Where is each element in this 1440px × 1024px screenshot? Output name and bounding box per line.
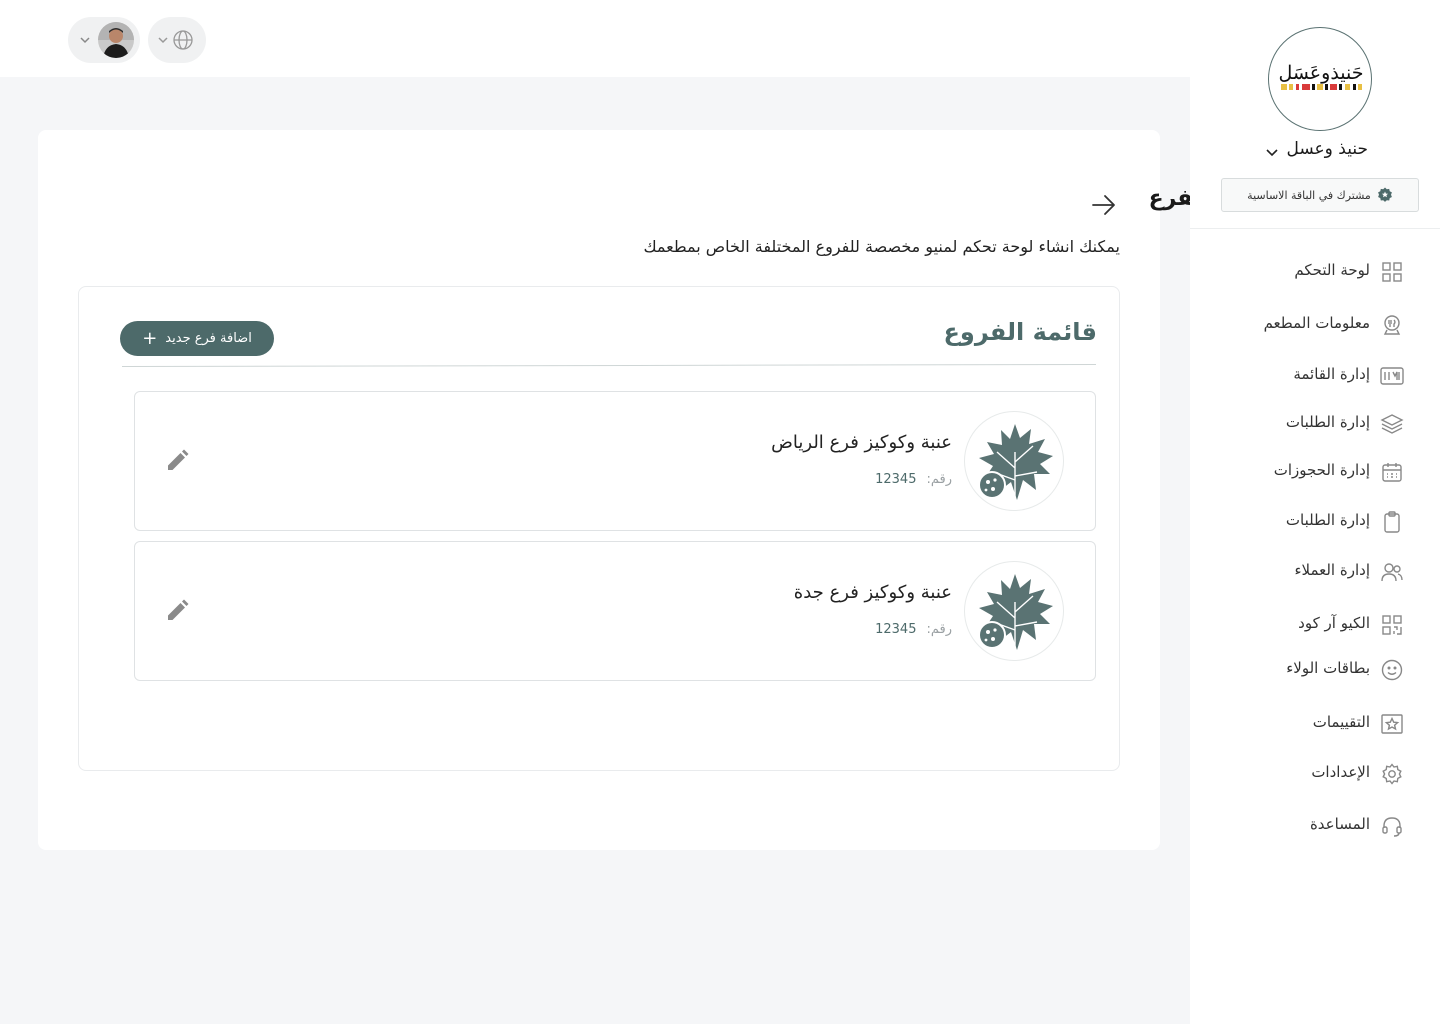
sidebar-item-loyalty-cards[interactable]: بطاقات الولاء	[1190, 651, 1440, 689]
sidebar-item-label: إدارة العملاء	[1294, 561, 1370, 579]
sidebar-item-qr-code[interactable]: الكيو آر كود	[1190, 606, 1440, 644]
headset-icon	[1382, 817, 1402, 837]
plus-icon: +	[142, 327, 158, 349]
chevron-down-icon	[80, 37, 90, 44]
plan-badge: مشترك في الباقة الاساسية	[1221, 178, 1419, 212]
sidebar-item-label: إدارة الطلبات	[1285, 511, 1370, 529]
sidebar-item-menu[interactable]: إدارة القائمة	[1190, 357, 1440, 395]
branch-logo	[964, 561, 1064, 661]
star-icon	[1381, 714, 1403, 734]
divider	[1190, 228, 1440, 229]
branch-number-label: رقم:	[926, 472, 952, 487]
sidebar: حَنيذوعَسَل حنيذ وعسل مشترك في الباقة ال…	[1190, 0, 1440, 1024]
dashboard-grid-icon	[1382, 262, 1402, 282]
avatar[interactable]	[98, 22, 134, 58]
sidebar-item-customers[interactable]: إدارة العملاء	[1190, 553, 1440, 591]
page-description: يمكنك انشاء لوحة تحكم لمنيو مخصصة للفروع…	[643, 237, 1120, 256]
badge-icon	[1377, 187, 1392, 202]
restaurant-name[interactable]: حنيذ وعسل	[1287, 139, 1369, 159]
sidebar-item-reviews[interactable]: التقييمات	[1190, 705, 1440, 743]
restaurant-info-icon	[1383, 315, 1401, 335]
branch-number-label: رقم:	[926, 622, 952, 637]
sidebar-item-orders[interactable]: إدارة الطلبات	[1190, 405, 1440, 443]
branch-name: عنبة وكوكيز فرع الرياض	[771, 432, 952, 453]
branch-number-value: 12345	[875, 472, 917, 487]
sidebar-item-label: التقييمات	[1312, 713, 1370, 731]
sidebar-item-restaurant-info[interactable]: معلومات المطعم	[1190, 306, 1440, 344]
sidebar-item-label: المساعدة	[1309, 815, 1370, 833]
language-switcher[interactable]	[148, 17, 206, 63]
branch-name: عنبة وكوكيز فرع جدة	[793, 582, 952, 603]
branch-number-value: 12345	[875, 622, 917, 637]
sidebar-item-reservations[interactable]: إدارة الحجوزات	[1190, 453, 1440, 491]
branch-logo	[964, 411, 1064, 511]
branch-card[interactable]: عنبة وكوكيز فرع جدة رقم: 12345	[134, 541, 1096, 681]
add-branch-button[interactable]: اضافة فرع جديد +	[120, 321, 274, 356]
sidebar-item-requests[interactable]: إدارة الطلبات	[1190, 503, 1440, 541]
branch-card[interactable]: عنبة وكوكيز فرع الرياض رقم: 12345	[134, 391, 1096, 531]
back-arrow-icon[interactable]	[1090, 192, 1118, 218]
chevron-down-icon[interactable]	[1264, 145, 1280, 161]
edit-pencil-icon[interactable]	[164, 448, 190, 474]
sidebar-item-dashboard[interactable]: لوحة التحكم	[1190, 253, 1440, 291]
chevron-down-icon	[158, 37, 168, 44]
sidebar-item-label: لوحة التحكم	[1294, 261, 1370, 279]
svg-text:حَنيذوعَسَل: حَنيذوعَسَل	[1278, 62, 1363, 84]
restaurant-logo: حَنيذوعَسَل	[1268, 27, 1372, 131]
globe-icon	[173, 30, 193, 50]
sidebar-item-label: الإعدادات	[1311, 763, 1370, 781]
top-bar	[0, 0, 1190, 77]
smiley-icon	[1381, 659, 1403, 681]
branch-number: رقم: 12345	[875, 622, 952, 637]
branch-number: رقم: 12345	[875, 472, 952, 487]
add-branch-label: اضافة فرع جديد	[165, 331, 252, 346]
menu-management-icon	[1380, 367, 1404, 385]
sidebar-item-label: الكيو آر كود	[1298, 614, 1370, 632]
gear-icon	[1382, 763, 1402, 785]
sidebar-item-label: إدارة الطلبات	[1285, 413, 1370, 431]
branches-list-title: قائمة الفروع	[943, 318, 1098, 346]
clipboard-icon	[1384, 511, 1400, 533]
sidebar-item-label: بطاقات الولاء	[1286, 659, 1370, 677]
users-icon	[1381, 563, 1403, 582]
sidebar-item-label: إدارة الحجوزات	[1273, 461, 1370, 479]
plan-badge-text: مشترك في الباقة الاساسية	[1247, 188, 1371, 202]
edit-pencil-icon[interactable]	[164, 598, 190, 624]
sidebar-item-label: إدارة القائمة	[1293, 365, 1370, 383]
sidebar-item-settings[interactable]: الإعدادات	[1190, 755, 1440, 793]
sidebar-item-label: معلومات المطعم	[1263, 314, 1370, 332]
layers-icon	[1380, 414, 1404, 434]
sidebar-item-help[interactable]: المساعدة	[1190, 807, 1440, 845]
qr-code-icon	[1382, 615, 1402, 635]
calendar-icon	[1382, 463, 1402, 482]
